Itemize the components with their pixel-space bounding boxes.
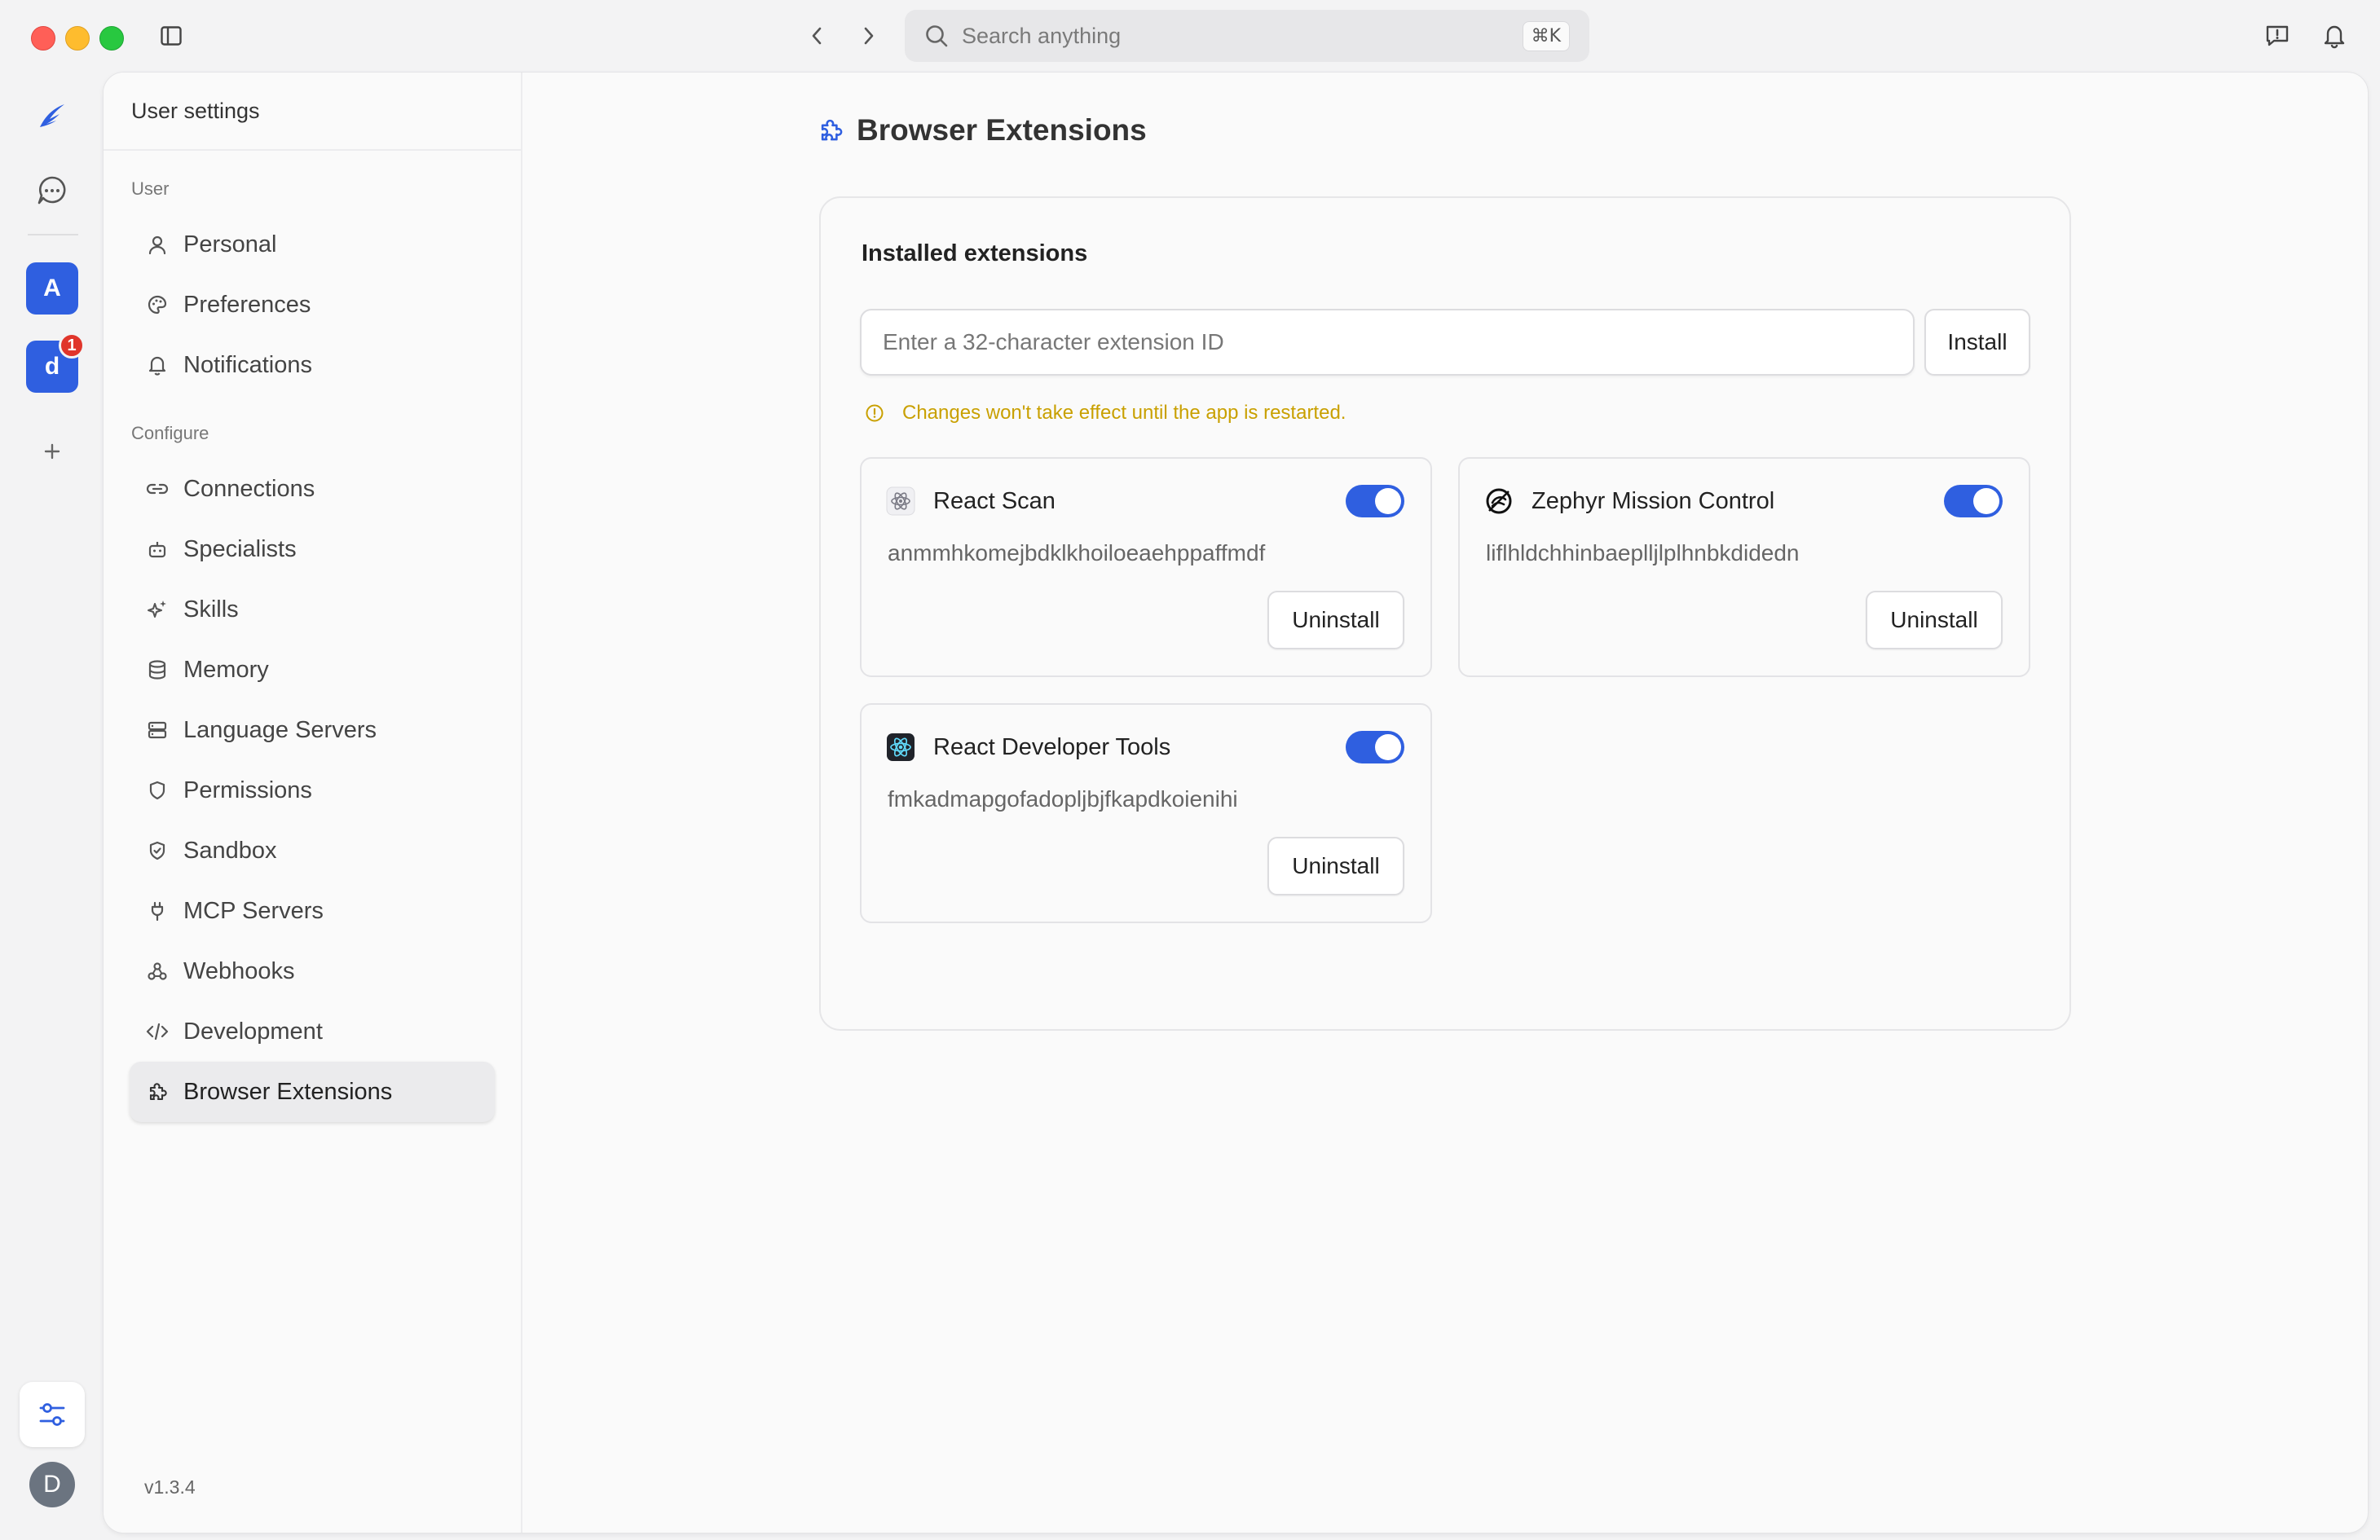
app-logo-icon[interactable] (33, 96, 72, 135)
puzzle-icon (818, 117, 844, 143)
palette-icon (146, 293, 169, 316)
sidebar-item-label: Notifications (183, 351, 312, 378)
extension-name: React Scan (933, 488, 1056, 514)
sidebar-item-label: Webhooks (183, 957, 295, 984)
sidebar-item-connections[interactable]: Connections (130, 459, 495, 519)
database-icon (146, 658, 169, 681)
warning-circle-icon (865, 403, 884, 423)
search-shortcut: ⌘K (1522, 20, 1570, 51)
sidebar-item-label: Memory (183, 656, 269, 683)
sidebar-item-label: Permissions (183, 777, 312, 803)
server-icon (146, 719, 169, 741)
sparkles-icon (146, 598, 169, 621)
sidebar-item-mcp-servers[interactable]: MCP Servers (130, 881, 495, 941)
zephyr-icon (1484, 486, 1514, 516)
page-title: Browser Extensions (818, 113, 1147, 147)
search-placeholder: Search anything (962, 23, 1122, 48)
search-icon (924, 24, 949, 48)
section-label-user: User (131, 178, 170, 199)
settings-sliders-icon[interactable] (20, 1382, 85, 1447)
extension-toggle[interactable] (1346, 731, 1404, 763)
extension-card: React Developer Tools fmkadmapgofadopljb… (860, 703, 1432, 923)
app-version: v1.3.4 (144, 1476, 196, 1498)
extension-id-input[interactable] (860, 309, 1915, 376)
sidebar-item-sandbox[interactable]: Sandbox (130, 821, 495, 881)
installed-extensions-panel: Installed extensions Install Changes won… (819, 196, 2071, 1031)
sidebar-item-development[interactable]: Development (130, 1001, 495, 1062)
shield-icon (146, 779, 169, 802)
sidebar-item-label: Preferences (183, 291, 311, 318)
sidebar-item-notifications[interactable]: Notifications (130, 335, 495, 395)
sidebar-item-label: Browser Extensions (183, 1078, 393, 1105)
extension-name: React Developer Tools (933, 734, 1171, 760)
sidebar-item-label: Connections (183, 475, 315, 502)
minimize-window-button[interactable] (65, 26, 90, 51)
restart-warning: Changes won't take effect until the app … (865, 402, 1346, 425)
code-icon (146, 1020, 169, 1043)
sidebar-header: User settings (104, 73, 521, 151)
react-devtools-icon (886, 733, 915, 762)
extension-id: fmkadmapgofadopljbjfkapdkoienihi (888, 786, 1238, 812)
sidebar-item-label: Specialists (183, 535, 297, 562)
feedback-icon[interactable] (2261, 20, 2294, 52)
uninstall-button[interactable]: Uninstall (1866, 591, 2003, 649)
extension-name: Zephyr Mission Control (1532, 488, 1775, 514)
uninstall-button[interactable]: Uninstall (1267, 837, 1404, 895)
restart-warning-text: Changes won't take effect until the app … (902, 402, 1346, 424)
sidebar-item-label: Sandbox (183, 837, 277, 864)
title-bar: Search anything ⌘K (0, 0, 2380, 72)
bell-icon[interactable] (2318, 20, 2351, 52)
search-bar[interactable]: Search anything ⌘K (905, 10, 1589, 62)
plug-icon (146, 900, 169, 922)
sidebar-item-memory[interactable]: Memory (130, 640, 495, 700)
extension-toggle[interactable] (1346, 485, 1404, 517)
sidebar-item-webhooks[interactable]: Webhooks (130, 941, 495, 1001)
add-workspace-icon[interactable] (36, 435, 68, 468)
settings-window: User settings User Personal Preferences … (103, 72, 2369, 1533)
bot-icon (146, 538, 169, 561)
user-icon (146, 233, 169, 256)
sidebar-item-personal[interactable]: Personal (130, 214, 495, 275)
react-scan-icon (886, 486, 915, 516)
install-button[interactable]: Install (1924, 309, 2030, 376)
sidebar-item-language-servers[interactable]: Language Servers (130, 700, 495, 760)
sidebar-item-browser-extensions[interactable]: Browser Extensions (130, 1062, 495, 1122)
sidebar-item-label: MCP Servers (183, 897, 324, 924)
sidebar-item-permissions[interactable]: Permissions (130, 760, 495, 821)
extension-card: Zephyr Mission Control liflhldchhinbaepl… (1458, 457, 2030, 677)
sidebar-item-label: Personal (183, 231, 277, 257)
workspace-a-button[interactable]: A (26, 262, 78, 315)
maximize-window-button[interactable] (99, 26, 124, 51)
puzzle-icon (146, 1080, 169, 1103)
panel-title: Installed extensions (862, 240, 1088, 266)
sidebar-item-label: Skills (183, 596, 239, 623)
rail-divider (28, 234, 78, 235)
user-avatar[interactable]: D (29, 1462, 75, 1507)
extension-id: liflhldchhinbaeplljlplhnbkdidedn (1486, 540, 1800, 565)
shield-check-icon (146, 839, 169, 862)
sidebar-item-preferences[interactable]: Preferences (130, 275, 495, 335)
page-title-text: Browser Extensions (857, 113, 1147, 147)
sidebar-item-label: Development (183, 1018, 323, 1045)
notification-badge: 1 (59, 332, 85, 359)
back-icon[interactable] (802, 21, 831, 51)
sidebar-item-label: Language Servers (183, 716, 377, 743)
link-icon (146, 477, 169, 500)
webhook-icon (146, 960, 169, 983)
extension-card: React Scan anmmhkomejbdklkhoiloeaehppaff… (860, 457, 1432, 677)
sidebar-item-specialists[interactable]: Specialists (130, 519, 495, 579)
extension-toggle[interactable] (1944, 485, 2003, 517)
uninstall-button[interactable]: Uninstall (1267, 591, 1404, 649)
bell-icon (146, 354, 169, 376)
section-label-configure: Configure (131, 423, 209, 443)
sidebar-toggle-icon[interactable] (156, 21, 186, 51)
forward-icon[interactable] (854, 21, 884, 51)
close-window-button[interactable] (31, 26, 55, 51)
settings-sidebar: User settings User Personal Preferences … (104, 73, 522, 1533)
chat-icon[interactable] (33, 171, 72, 210)
extension-id: anmmhkomejbdklkhoiloeaehppaffmdf (888, 540, 1266, 565)
sidebar-item-skills[interactable]: Skills (130, 579, 495, 640)
